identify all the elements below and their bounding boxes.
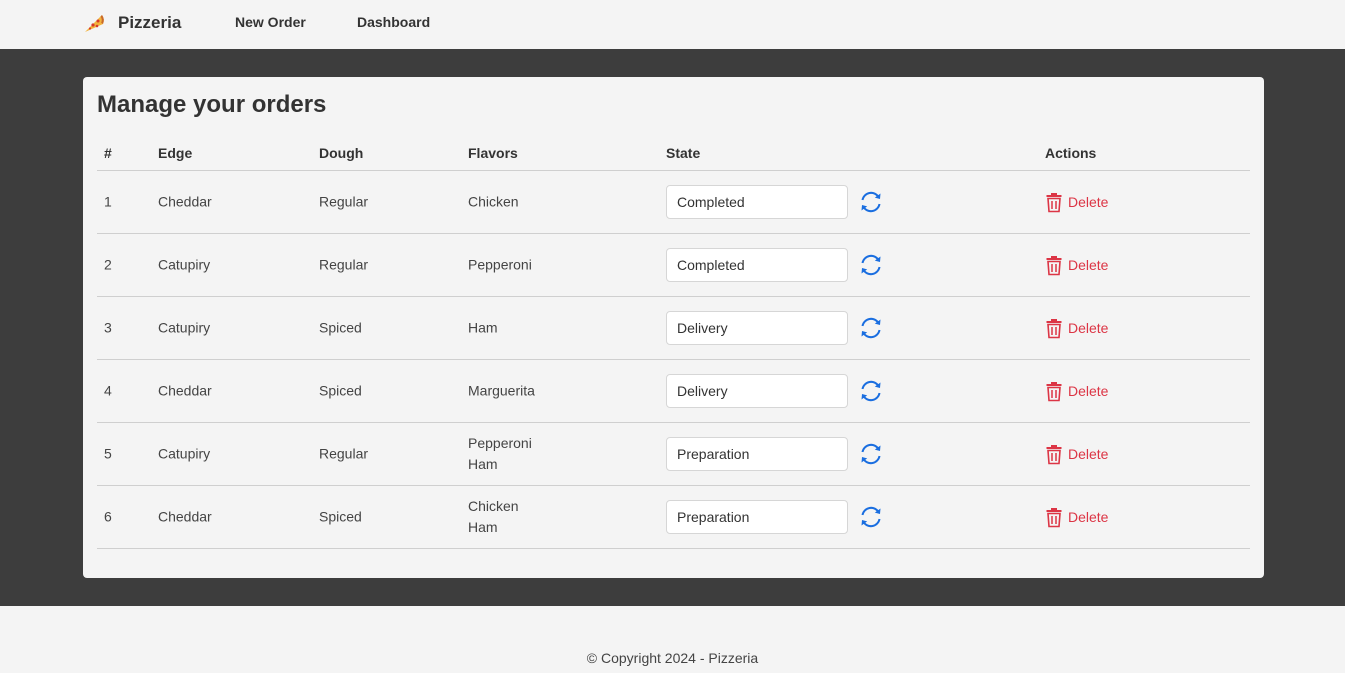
refresh-button[interactable]: [858, 504, 884, 530]
cell-dough: Regular: [319, 256, 369, 273]
trash-icon: [1046, 445, 1062, 465]
state-select[interactable]: Preparation: [666, 500, 848, 534]
header-flavors: Flavors: [468, 145, 518, 161]
cell-dough: Regular: [319, 193, 369, 210]
delete-button[interactable]: Delete: [1045, 191, 1108, 213]
trash-icon: [1046, 256, 1062, 276]
table-row: 2 Catupiry Regular Pepperoni Completed D…: [97, 234, 1250, 297]
brand-name: Pizzeria: [118, 13, 182, 32]
delete-button[interactable]: Delete: [1045, 380, 1108, 402]
trash-icon: [1046, 382, 1062, 402]
flavor-item: Ham: [468, 456, 498, 472]
refresh-button[interactable]: [858, 378, 884, 404]
refresh-button[interactable]: [858, 189, 884, 215]
state-select[interactable]: Completed: [666, 185, 848, 219]
cell-dough: Spiced: [319, 508, 362, 525]
page-title: Manage your orders: [97, 91, 327, 118]
header-actions: Actions: [1045, 145, 1097, 161]
trash-icon: [1046, 508, 1062, 528]
delete-label: Delete: [1068, 319, 1109, 336]
refresh-icon[interactable]: [858, 252, 884, 278]
delete-label: Delete: [1068, 193, 1109, 210]
cell-flavors: Chicken: [468, 192, 519, 213]
flavor-item: Pepperoni: [468, 256, 532, 273]
cell-num: 5: [104, 445, 112, 462]
delete-label: Delete: [1068, 382, 1109, 399]
table-header: # Edge Dough Flavors State Actions: [97, 135, 1250, 171]
state-value[interactable]: Completed: [666, 248, 848, 282]
cell-edge: Cheddar: [158, 508, 212, 525]
trash-icon: [1046, 319, 1062, 339]
orders-table: # Edge Dough Flavors State Actions 1 Che…: [97, 135, 1250, 549]
main-section: Manage your orders # Edge Dough Flavors …: [0, 49, 1345, 606]
flavor-item: Marguerita: [468, 382, 535, 399]
orders-card: Manage your orders # Edge Dough Flavors …: [83, 77, 1264, 578]
refresh-icon[interactable]: [858, 189, 884, 215]
cell-edge: Catupiry: [158, 319, 211, 336]
refresh-icon[interactable]: [858, 504, 884, 530]
footer: © Copyright 2024 - Pizzeria: [0, 606, 1345, 673]
flavor-item: Ham: [468, 519, 498, 535]
cell-flavors: Pepperoni Ham: [468, 433, 532, 475]
header-edge: Edge: [158, 145, 193, 161]
flavor-item: Pepperoni: [468, 435, 532, 451]
state-select[interactable]: Delivery: [666, 311, 848, 345]
header-dough: Dough: [319, 145, 364, 161]
flavor-item: Ham: [468, 319, 498, 336]
delete-button[interactable]: Delete: [1045, 317, 1108, 339]
refresh-button[interactable]: [858, 315, 884, 341]
cell-flavors: Pepperoni: [468, 255, 532, 276]
delete-label: Delete: [1068, 508, 1109, 525]
state-select[interactable]: Preparation: [666, 437, 848, 471]
refresh-button[interactable]: [858, 441, 884, 467]
delete-button[interactable]: Delete: [1045, 506, 1108, 528]
cell-edge: Cheddar: [158, 193, 212, 210]
cell-num: 3: [104, 319, 112, 336]
delete-button[interactable]: Delete: [1045, 254, 1108, 276]
refresh-icon[interactable]: [858, 441, 884, 467]
cell-edge: Catupiry: [158, 256, 211, 273]
pizza-slice-icon: [85, 15, 104, 32]
nav-new-order[interactable]: New Order: [235, 14, 306, 30]
cell-flavors: Marguerita: [468, 381, 535, 402]
delete-button[interactable]: Delete: [1045, 443, 1108, 465]
delete-label: Delete: [1068, 256, 1109, 273]
state-value[interactable]: Preparation: [666, 437, 848, 471]
cell-num: 1: [104, 193, 112, 210]
header-num: #: [104, 145, 112, 161]
cell-flavors: Ham: [468, 318, 498, 339]
table-row: 5 Catupiry Regular Pepperoni Ham Prepara…: [97, 423, 1250, 486]
cell-num: 4: [104, 382, 112, 399]
brand-link[interactable]: Pizzeria: [82, 11, 181, 35]
cell-num: 2: [104, 256, 112, 273]
flavor-item: Chicken: [468, 193, 519, 210]
cell-edge: Cheddar: [158, 382, 212, 399]
cell-num: 6: [104, 508, 112, 525]
navbar: Pizzeria New Order Dashboard: [0, 0, 1345, 49]
state-value[interactable]: Preparation: [666, 500, 848, 534]
table-row: 3 Catupiry Spiced Ham Delivery Delete: [97, 297, 1250, 360]
refresh-icon[interactable]: [858, 315, 884, 341]
state-value[interactable]: Delivery: [666, 374, 848, 408]
refresh-button[interactable]: [858, 252, 884, 278]
cell-dough: Regular: [319, 445, 369, 462]
table-row: 6 Cheddar Spiced Chicken Ham Preparation: [97, 486, 1250, 549]
cell-dough: Spiced: [319, 382, 362, 399]
header-state: State: [666, 145, 701, 161]
state-select[interactable]: Delivery: [666, 374, 848, 408]
refresh-icon[interactable]: [858, 378, 884, 404]
delete-label: Delete: [1068, 445, 1109, 462]
copyright-text: © Copyright 2024 - Pizzeria: [586, 650, 759, 666]
table-row: 1 Cheddar Regular Chicken Completed Dele…: [97, 171, 1250, 234]
state-value[interactable]: Delivery: [666, 311, 848, 345]
nav-dashboard[interactable]: Dashboard: [357, 14, 430, 30]
trash-icon: [1046, 193, 1062, 213]
cell-edge: Catupiry: [158, 445, 211, 462]
state-value[interactable]: Completed: [666, 185, 848, 219]
state-select[interactable]: Completed: [666, 248, 848, 282]
table-row: 4 Cheddar Spiced Marguerita Delivery Del…: [97, 360, 1250, 423]
cell-flavors: Chicken Ham: [468, 496, 519, 538]
cell-dough: Spiced: [319, 319, 362, 336]
flavor-item: Chicken: [468, 498, 519, 514]
